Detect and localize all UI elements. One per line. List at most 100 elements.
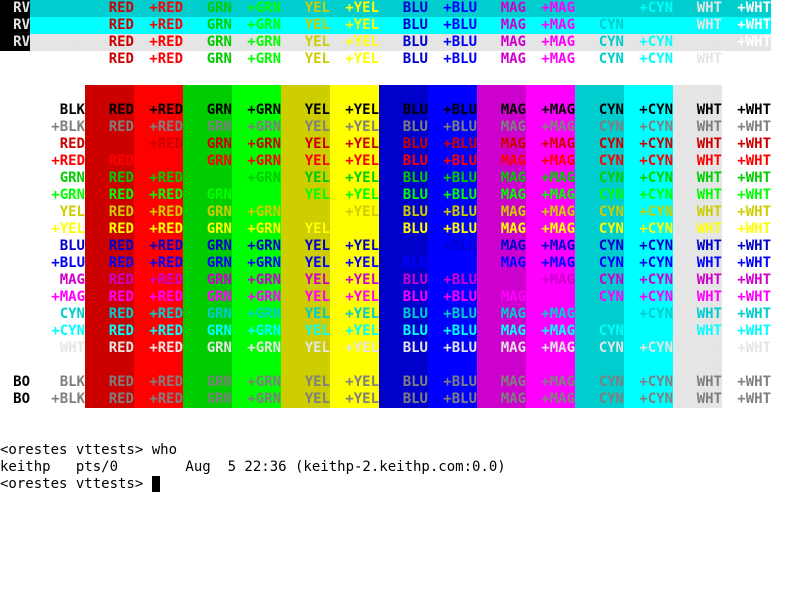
color-cell: +YEL xyxy=(330,85,379,102)
color-cell: +GRN xyxy=(232,102,281,119)
color-row: RV WHTRED+REDGRN+GRNYEL+YELBLU+BLUMAG+MA… xyxy=(0,34,793,51)
color-cell: +YEL xyxy=(330,170,379,187)
color-cell: +BLU xyxy=(428,34,477,51)
color-cell: GRN xyxy=(183,102,232,119)
color-cell: +MAG xyxy=(526,374,575,391)
color-cell: +MAG xyxy=(526,51,575,68)
fg-label: WHT xyxy=(30,340,85,357)
color-cell: +MAG xyxy=(526,119,575,136)
color-cell: +CYN xyxy=(624,238,673,255)
color-cell: RED xyxy=(85,357,134,374)
color-cell: CYN xyxy=(575,306,624,323)
color-cell: CYN xyxy=(575,0,624,17)
color-cell: MAG xyxy=(477,289,526,306)
color-cell: BLU xyxy=(379,391,428,408)
color-cell: GRN xyxy=(183,204,232,221)
color-cell: +WHT xyxy=(722,170,771,187)
color-row: MAGRED+REDGRN+GRNYEL+YELBLU+BLUMAG+MAGCY… xyxy=(0,272,793,289)
color-cell: +RED xyxy=(134,102,183,119)
color-cell: WHT xyxy=(673,306,722,323)
color-row: +BLKRED+REDGRN+GRNYEL+YELBLU+BLUMAG+MAGC… xyxy=(0,119,793,136)
color-cell: +YEL xyxy=(330,255,379,272)
color-cell: YEL xyxy=(281,85,330,102)
color-cell: +YEL xyxy=(330,153,379,170)
color-cell: +GRN xyxy=(232,340,281,357)
color-cell: GRN xyxy=(183,34,232,51)
color-cell: +BLU xyxy=(428,238,477,255)
color-cell: +RED xyxy=(134,238,183,255)
color-cell: CYN xyxy=(575,153,624,170)
color-cell: BLU xyxy=(379,170,428,187)
color-cell: BLU xyxy=(379,102,428,119)
color-cell: YEL xyxy=(281,119,330,136)
color-cell: +RED xyxy=(134,289,183,306)
fg-label: MAG xyxy=(30,272,85,289)
color-cell: GRN xyxy=(183,340,232,357)
color-cell: BLU xyxy=(379,204,428,221)
color-cell: +MAG xyxy=(526,85,575,102)
color-cell: YEL xyxy=(281,340,330,357)
color-cell: +GRN xyxy=(232,272,281,289)
color-cell: GRN xyxy=(183,391,232,408)
color-cell: +BLU xyxy=(428,323,477,340)
rv-label: +CYN xyxy=(30,17,85,34)
color-cell: WHT xyxy=(673,289,722,306)
color-cell: GRN xyxy=(183,289,232,306)
terminal[interactable]: RV CYNRED+REDGRN+GRNYEL+YELBLU+BLUMAG+MA… xyxy=(0,0,793,598)
color-cell: YEL xyxy=(281,136,330,153)
color-cell: +CYN xyxy=(624,34,673,51)
color-cell: +BLU xyxy=(428,306,477,323)
color-cell: +MAG xyxy=(526,272,575,289)
color-cell: +RED xyxy=(134,221,183,238)
color-cell: +MAG xyxy=(526,221,575,238)
color-cell: +WHT xyxy=(722,289,771,306)
color-row: BLURED+REDGRN+GRNYEL+YELBLU+BLUMAG+MAGCY… xyxy=(0,238,793,255)
color-cell: YEL xyxy=(281,391,330,408)
color-cell: MAG xyxy=(477,0,526,17)
color-cell: CYN xyxy=(575,34,624,51)
main-lead xyxy=(0,357,30,374)
color-cell: MAG xyxy=(477,187,526,204)
color-cell: CYN xyxy=(575,17,624,34)
color-cell: +WHT xyxy=(722,306,771,323)
color-cell: +CYN xyxy=(624,0,673,17)
color-cell: GRN xyxy=(183,323,232,340)
fg-label: RED xyxy=(30,136,85,153)
color-cell: +CYN xyxy=(624,85,673,102)
color-cell: +YEL xyxy=(330,391,379,408)
color-cell: CYN xyxy=(575,374,624,391)
main-lead xyxy=(0,187,30,204)
color-cell: CYN xyxy=(575,221,624,238)
color-cell: +BLU xyxy=(428,136,477,153)
color-cell: YEL xyxy=(281,153,330,170)
color-cell: RED xyxy=(85,306,134,323)
prompt-line[interactable]: <orestes vttests> xyxy=(0,476,793,493)
color-cell: +WHT xyxy=(722,272,771,289)
color-cell: MAG xyxy=(477,119,526,136)
color-cell: +MAG xyxy=(526,340,575,357)
color-cell: BLU xyxy=(379,187,428,204)
color-cell: WHT xyxy=(673,119,722,136)
color-cell: RED xyxy=(85,0,134,17)
fg-label xyxy=(30,85,85,102)
color-cell: +RED xyxy=(134,255,183,272)
color-cell: MAG xyxy=(477,323,526,340)
color-cell: MAG xyxy=(477,340,526,357)
color-row: +MAGRED+REDGRN+GRNYEL+YELBLU+BLUMAG+MAGC… xyxy=(0,289,793,306)
color-cell: +BLU xyxy=(428,391,477,408)
color-cell: +GRN xyxy=(232,34,281,51)
color-cell: +RED xyxy=(134,306,183,323)
color-cell: CYN xyxy=(575,272,624,289)
color-cell: +MAG xyxy=(526,187,575,204)
color-cell: YEL xyxy=(281,34,330,51)
color-cell: +GRN xyxy=(232,153,281,170)
color-cell: +CYN xyxy=(624,187,673,204)
color-cell: YEL xyxy=(281,187,330,204)
color-cell: YEL xyxy=(281,357,330,374)
color-cell: RED xyxy=(85,374,134,391)
color-cell: +YEL xyxy=(330,119,379,136)
color-cell: WHT xyxy=(673,238,722,255)
color-cell: +WHT xyxy=(722,204,771,221)
color-cell: WHT xyxy=(673,221,722,238)
color-cell: CYN xyxy=(575,170,624,187)
